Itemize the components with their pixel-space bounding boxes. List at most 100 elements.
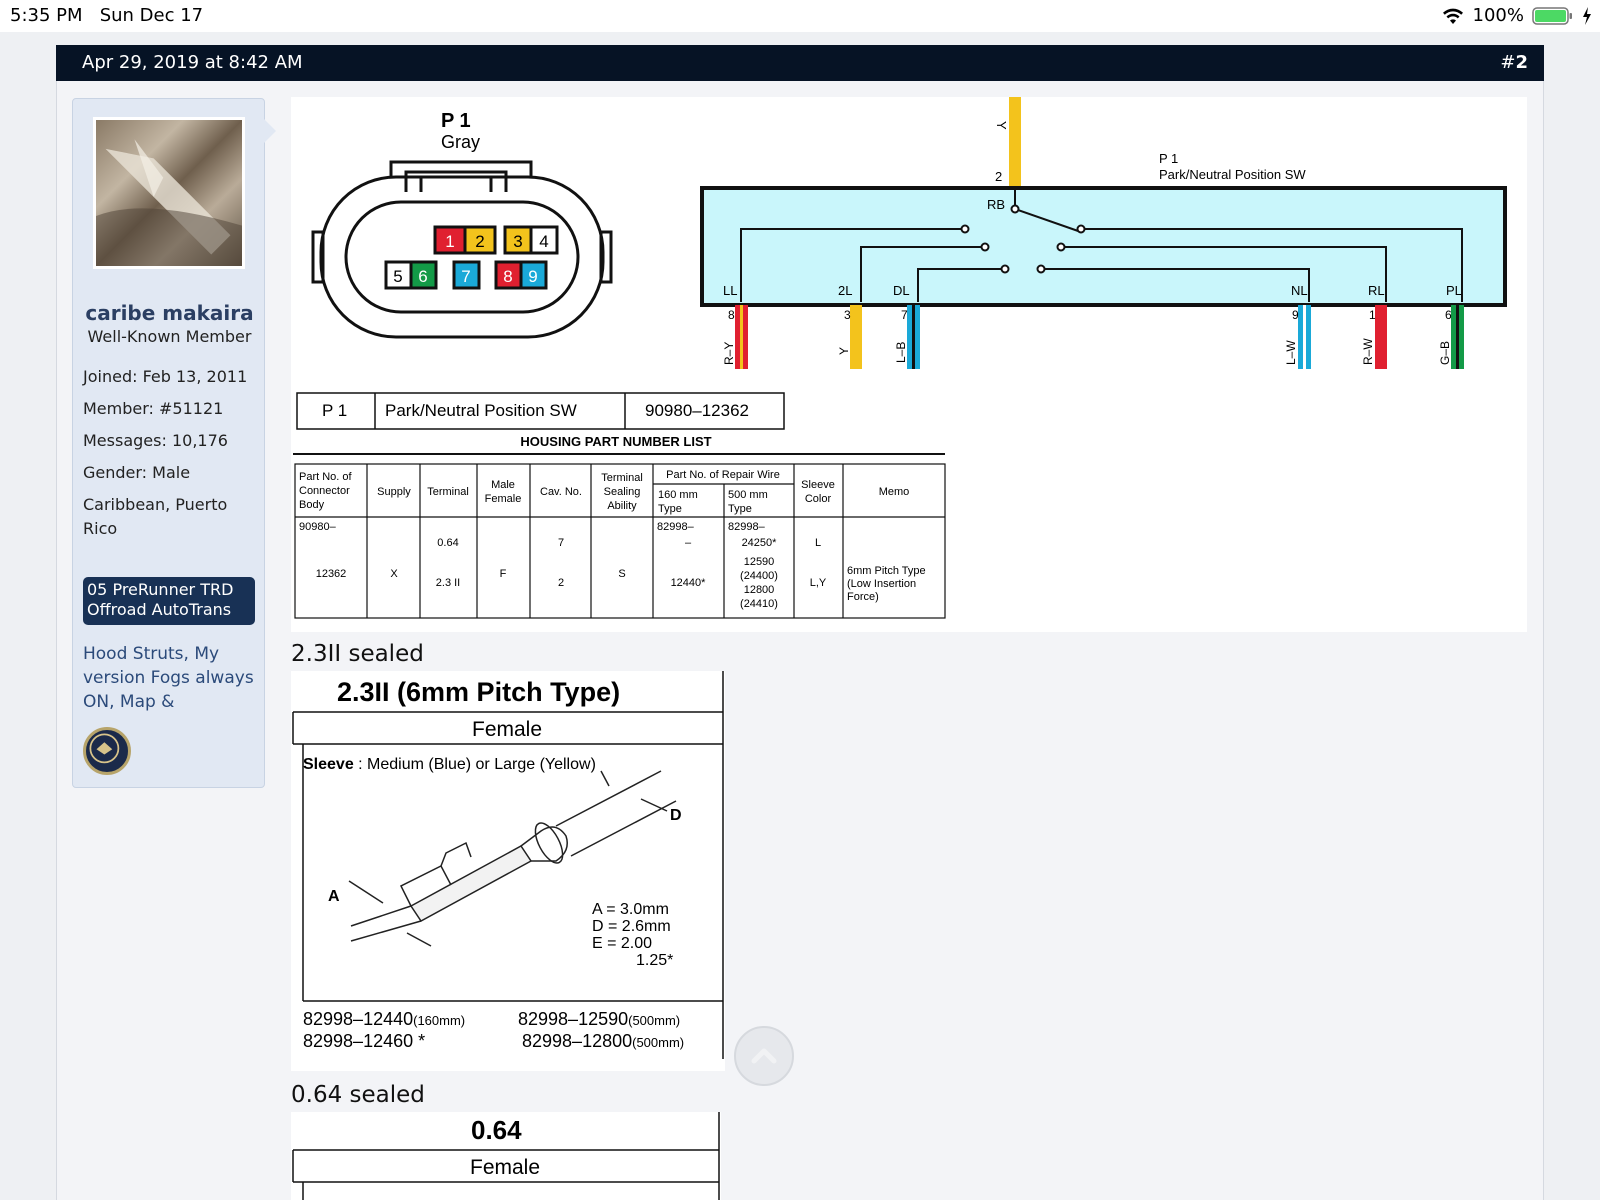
td-sealing: S [618,568,625,580]
td-500-a: 82998– [728,521,766,533]
pin-number-1: 1 [1369,308,1376,322]
td-160-c: 12440* [671,577,707,589]
pin-3-label: 3 [513,232,522,251]
wire-6-black [1456,305,1459,369]
position-rl: RL [1368,283,1385,298]
sleeve-text: : Medium (Blue) or Large (Yellow) [354,756,596,773]
connector-pins: 1 2 3 4 5 6 7 8 9 [384,225,559,290]
wire-color-r-w: R–W [1361,338,1375,365]
terminal-23-title: 2.3II (6mm Pitch Type) [337,677,620,707]
post-number-value: 2 [1515,52,1528,73]
td-supply: X [390,568,398,580]
dim-a: A = 3.0mm [592,901,669,918]
position-dl: DL [893,283,910,298]
signature-line-3: ON, Map & [83,692,175,712]
terminal-064-title: 0.64 [471,1115,522,1145]
dim-e2: 1.25* [636,952,673,969]
td-500-f: (24410) [740,598,778,610]
username[interactable]: caribe makaira [73,301,266,325]
th-female: Female [485,493,522,505]
pin-number-3: 3 [844,308,851,322]
wifi-icon [1442,8,1463,24]
wire-9-blue-2 [1306,305,1311,369]
wire-color-l-w: L–W [1284,340,1298,365]
td-memo-a: 6mm Pitch Type [847,565,926,577]
post-header: Apr 29, 2019 at 8:42 AM #2 [56,45,1544,81]
avatar[interactable] [93,117,245,269]
pn-12440-unit: (160mm) [413,1013,465,1028]
th-500-1: 500 mm [728,489,768,501]
user-member: Member: #51121 [83,399,223,418]
td-part-b: 12362 [316,568,347,580]
pn-12440-value: 82998–12440 [303,1009,413,1029]
banner-line-2: Offroad AutoTrans [87,600,232,619]
th-160-1: 160 mm [658,489,698,501]
td-500-c: 12590 [744,556,775,568]
wiring-diagram-image[interactable]: P 1 Gray 1 2 3 4 5 6 7 8 9 Y 2 P 1 Park/… [291,97,1527,632]
user-signature[interactable]: Hood Struts, My version Fogs always ON, … [83,642,261,714]
banner-line-1: 05 PreRunner TRD [87,580,234,599]
wire-color-r-y: R–Y [722,342,736,365]
battery-percent: 100% [1472,5,1524,26]
battery-icon [1532,6,1572,25]
status-time: 5:35 PM [10,5,83,26]
pin-4-label: 4 [539,232,548,251]
dim-e: E = 2.00 [592,935,652,952]
post-number[interactable]: #2 [1500,52,1528,73]
wire-color-g-b: G–B [1438,341,1452,365]
wire-9-blue [1298,305,1303,369]
th-repair-wire: Part No. of Repair Wire [666,469,780,481]
th-160-2: Type [658,503,682,515]
pn-12590: 82998–12590(500mm) [518,1009,680,1029]
td-part-a: 90980– [299,521,337,533]
table-headers: Part No. of Connector Body Supply Termin… [299,469,909,515]
table-title: HOUSING PART NUMBER LIST [520,434,711,449]
gender-label: Gender: [83,463,148,482]
status-bar: 5:35 PM Sun Dec 17 100% [0,0,1600,32]
position-2l: 2L [838,283,852,298]
pin-number-6: 6 [1445,308,1452,322]
switch-label-1: P 1 [1159,151,1178,166]
terminal-23-dims: A = 3.0mm D = 2.6mm E = 2.00 1.25* [592,901,673,969]
terminal-064-image[interactable]: 0.64 Female [291,1112,721,1200]
user-banner: 05 PreRunner TRD Offroad AutoTrans [83,577,255,625]
th-supply: Supply [377,486,411,498]
wire-7-black [912,305,915,369]
status-date: Sun Dec 17 [99,5,204,26]
wire-6-green-2 [1459,305,1464,369]
caption-23-sealed: 2.3II sealed [291,641,424,667]
signature-line-1: Hood Struts, My [83,644,220,664]
th-sleeve-1: Sleeve [801,479,835,491]
pn-12590-unit: (500mm) [628,1013,680,1028]
post-date[interactable]: Apr 29, 2019 at 8:42 AM [82,52,303,73]
pin-6-label: 6 [418,267,427,286]
part-number: 90980–12362 [645,401,749,420]
scroll-to-top-button[interactable] [734,1026,794,1086]
connector-name: P 1 [441,110,471,132]
pin-numbers: 8 3 7 9 1 6 [728,308,1452,322]
terminal-064-diagram: 0.64 Female [292,1112,720,1200]
th-part-1: Part No. of [299,471,353,483]
terminal-064-subtitle: Female [470,1156,540,1179]
pin-number-9: 9 [1292,308,1299,322]
wiring-diagram: P 1 Gray 1 2 3 4 5 6 7 8 9 Y 2 P 1 Park/… [293,97,1507,619]
gender-value: Male [152,463,191,482]
pin-9-label: 9 [528,267,537,286]
pn-12460: 82998–12460 * [303,1031,425,1051]
top-wire-color: Y [994,121,1009,130]
wire-color-y: Y [837,347,851,355]
user-location: Caribbean, Puerto [83,495,228,514]
th-terminal: Terminal [427,486,469,498]
pin-number-8: 8 [728,308,735,322]
td-sleeve-b: L,Y [810,577,827,589]
th-sealing-1: Terminal [601,472,643,484]
user-gender: Gender: Male [83,463,190,482]
th-500-2: Type [728,503,752,515]
charging-icon [1583,6,1591,25]
terminal-23-label-a: A [328,888,340,905]
terminal-23-image[interactable]: 2.3II (6mm Pitch Type) Female Sleeve : M… [291,671,725,1071]
th-male: Male [491,479,515,491]
td-160-b: – [685,537,692,549]
top-wire-pin: 2 [995,169,1002,184]
messages-value[interactable]: 10,176 [172,431,228,450]
